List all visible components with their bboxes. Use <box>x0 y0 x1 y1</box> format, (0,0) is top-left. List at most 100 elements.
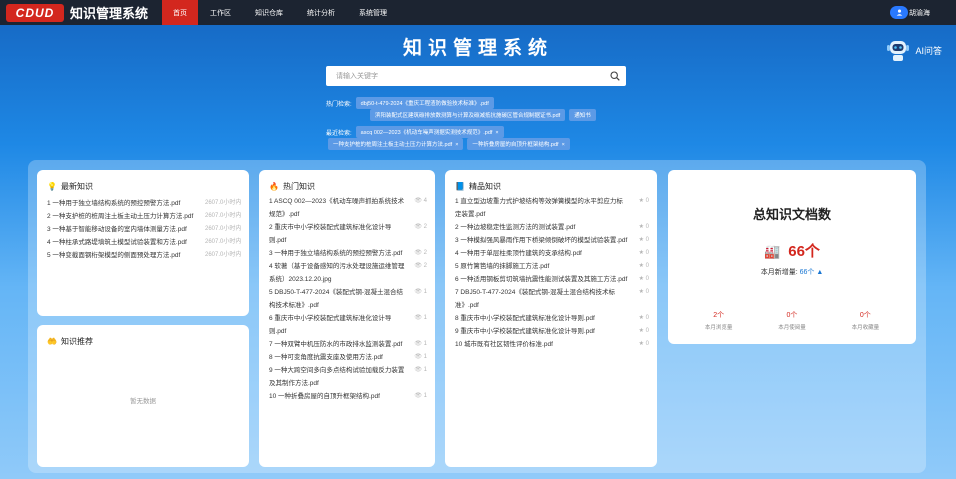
hot-search-label: 热门检索: <box>326 101 352 108</box>
hot-search-tag[interactable]: 滨阳装配式区建筑碳排放数测算与计算及碳减抵抗施碳区管合规制据证书.pdf <box>370 109 566 121</box>
star-count: ★ 0 <box>638 250 649 256</box>
hot-knowledge-card: 🔥 热门知识 1 ASCQ 002—2023《机动车噪声抓拍系统技术规范》.pd… <box>259 170 435 467</box>
hot-search-tag[interactable]: dbj50-t-479-2024《重庆工程渣防做验技术标准》.pdf <box>355 97 494 109</box>
list-item[interactable]: 2 一种边坡稳定性监测方法的测试装置.pdf ★ 0 <box>455 221 649 234</box>
list-item[interactable]: 9 重庆市中小学校装配式建筑标准化设计导则.pdf ★ 0 <box>455 325 649 338</box>
view-count: 👁 1 <box>414 315 427 321</box>
empty-state: 暂无数据 <box>130 398 156 405</box>
top-nav-bar: CDUD 知识管理系统 首页 工作区 知识仓库 统计分析 系统管理 胡渝海 <box>0 0 956 25</box>
list-item[interactable]: 6 重庆市中小学校装配式建筑标准化设计导则.pdf 👁 1 <box>269 312 427 338</box>
total-docs-card: 总知识文档数 🏭 66个 本月新增量: 66个 ▲ 2个 本月浏览量 0个 本月使阅量… <box>668 170 916 344</box>
system-title: 知识管理系统 <box>70 6 149 21</box>
hot-search-row-2: 滨阳装配式区建筑碳排放数测算与计算及碳减抵抗施碳区管合规制据证书.pdf 通知书 <box>370 109 600 121</box>
star-count: ★ 0 <box>638 198 649 204</box>
search-box[interactable]: 请输入关键字 <box>326 66 626 86</box>
list-item[interactable]: 3 一种模拟强风暴雨作用下桥梁倾倒破坏的模型试验装置.pdf ★ 0 <box>455 234 649 247</box>
view-count: 👁 2 <box>414 250 427 256</box>
list-item[interactable]: 7 一种双臂中机压防水的市政排水监测装置.pdf 👁 1 <box>269 338 427 351</box>
search-icon[interactable] <box>604 71 626 81</box>
list-item[interactable]: 4 软著（基于设备感知的污水处理设施运维管理系统）2023.12.20.jpg 👁… <box>269 260 427 286</box>
card-title: 热门知识 <box>282 182 315 191</box>
stat-favorites: 0个 本月收藏量 <box>851 312 880 331</box>
close-icon[interactable]: × <box>495 130 498 136</box>
nav-home[interactable]: 首页 <box>162 0 198 25</box>
card-header: 🤲 知识推荐 <box>47 336 93 347</box>
list-item[interactable]: 10 城市既有社区韧性评价标准.pdf ★ 0 <box>455 338 649 351</box>
stat-reads: 0个 本月使阅量 <box>778 312 806 331</box>
list-item[interactable]: 4 一种用于单层柱柔顶竹建筑的支承结构.pdf ★ 0 <box>455 247 649 260</box>
star-count: ★ 0 <box>638 328 649 334</box>
star-count: ★ 0 <box>638 276 649 282</box>
clock-meta: 2607.0小时内 <box>205 226 242 232</box>
list-item[interactable]: 10 一种折叠房屋的自顶升框架结构.pdf 👁 1 <box>269 390 427 403</box>
recent-search-row: 最近检索: ascq 002—2023《机动车噪声测据实测技术规范》.pdf × <box>326 126 508 138</box>
user-avatar-button[interactable] <box>890 6 908 19</box>
hot-list: 1 ASCQ 002—2023《机动车噪声抓拍系统技术规范》.pdf 👁 4 2 … <box>269 195 427 403</box>
list-item[interactable]: 5 DBJ50-T-477-2024《装配式钢-混凝土混合结构技术标准》.pdf… <box>269 286 427 312</box>
list-item[interactable]: 8 一种可变角度抗震支座及使用方法.pdf 👁 1 <box>269 351 427 364</box>
list-item[interactable]: 2 重庆市中小学校装配式建筑标准化设计导则.pdf 👁 2 <box>269 221 427 247</box>
clock-meta: 2607.0小时内 <box>205 252 242 258</box>
fire-icon: 🔥 <box>269 182 279 191</box>
star-count: ★ 0 <box>638 263 649 269</box>
factory-icon: 🏭 <box>764 244 781 259</box>
logo: CDUD <box>6 3 64 22</box>
view-count: 👁 1 <box>414 289 427 295</box>
star-count: ★ 0 <box>638 237 649 243</box>
total-docs-title: 总知识文档数 <box>752 207 831 222</box>
recent-search-tag[interactable]: 一种折叠房屋的自顶升框架结构.pdf × <box>467 138 570 150</box>
latest-list: 1 一种用于独立墙结构系统的预控预警方法.pdf 2607.0小时内 2 一种支护… <box>47 197 241 262</box>
book-icon: 📘 <box>455 182 465 191</box>
list-item[interactable]: 1 直立型边坡重力式护坡结构等效弹簧模型的水平剪应力标定装置.pdf ★ 0 <box>455 195 649 221</box>
list-item[interactable]: 8 重庆市中小学校装配式建筑标准化设计导则.pdf ★ 0 <box>455 312 649 325</box>
close-icon[interactable]: × <box>562 142 565 148</box>
stat-views: 2个 本月浏览量 <box>704 312 733 331</box>
nav-system-admin[interactable]: 系统管理 <box>347 0 399 25</box>
view-count: 👁 1 <box>414 341 427 347</box>
featured-list: 1 直立型边坡重力式护坡结构等效弹簧模型的水平剪应力标定装置.pdf ★ 0 2 … <box>455 195 649 351</box>
user-icon <box>896 9 902 16</box>
star-count: ★ 0 <box>638 341 649 347</box>
view-count: 👁 1 <box>414 354 427 360</box>
heart-hand-icon: 🤲 <box>47 337 57 346</box>
list-item[interactable]: 4 一种柱承式路堤填筑土模型试验装置和方法.pdf 2607.0小时内 <box>47 236 241 249</box>
nav-statistics[interactable]: 统计分析 <box>295 0 347 25</box>
nav-workspace[interactable]: 工作区 <box>198 0 243 25</box>
clock-meta: 2607.0小时内 <box>205 213 242 219</box>
recommend-card: 🤲 知识推荐 暂无数据 <box>37 325 249 467</box>
list-item[interactable]: 6 一种适用钢板剪切筑墙抗震性能测试装置及其施工方法.pdf ★ 0 <box>455 273 649 286</box>
ai-robot-icon[interactable] <box>886 37 910 63</box>
view-count: 👁 2 <box>414 263 427 269</box>
recent-search-tag[interactable]: ascq 002—2023《机动车噪声测据实测技术规范》.pdf × <box>355 126 504 138</box>
clock-meta: 2607.0小时内 <box>205 200 242 206</box>
list-item[interactable]: 1 ASCQ 002—2023《机动车噪声抓拍系统技术规范》.pdf 👁 4 <box>269 195 427 221</box>
card-header: 📘 精品知识 <box>455 181 501 192</box>
list-item[interactable]: 3 一种基于智能移动设备的室内墙体测量方法.pdf 2607.0小时内 <box>47 223 241 236</box>
list-item[interactable]: 3 一种用于独立墙结构系统的预控预警方法.pdf 👁 2 <box>269 247 427 260</box>
list-item[interactable]: 2 一种支护桩的桩周注土板主动土压力计算方法.pdf 2607.0小时内 <box>47 210 241 223</box>
list-item[interactable]: 5 原竹篱笆墙的抹脚施工方法.pdf ★ 0 <box>455 260 649 273</box>
ai-qa-label[interactable]: AI问答 <box>915 44 942 57</box>
recent-search-tag[interactable]: 一种支护桩的桩周注土板主动土压力计算方法.pdf × <box>328 138 464 150</box>
view-count: 👁 2 <box>414 224 427 230</box>
search-input[interactable]: 请输入关键字 <box>336 71 604 81</box>
star-count: ★ 0 <box>638 224 649 230</box>
hot-search-tag[interactable]: 通知书 <box>569 109 596 121</box>
total-docs-count: 🏭 66个 <box>764 243 820 260</box>
card-header: 💡 最新知识 <box>47 181 93 192</box>
user-name[interactable]: 胡渝海 <box>909 8 930 18</box>
list-item[interactable]: 5 一种变截面钢桁架模型的侧面预处理方法.pdf 2607.0小时内 <box>47 249 241 262</box>
clock-meta: 2607.0小时内 <box>205 239 242 245</box>
list-item[interactable]: 9 一种大跨空间多向多点结构试验加载反力装置及其制作方法.pdf 👁 1 <box>269 364 427 390</box>
list-item[interactable]: 1 一种用于独立墙结构系统的预控预警方法.pdf 2607.0小时内 <box>47 197 241 210</box>
bulb-icon: 💡 <box>47 182 57 191</box>
nav-knowledge-repo[interactable]: 知识仓库 <box>243 0 295 25</box>
close-icon[interactable]: × <box>455 142 458 148</box>
view-count: 👁 1 <box>414 367 427 373</box>
star-count: ★ 0 <box>638 315 649 321</box>
monthly-stats: 2个 本月浏览量 0个 本月使阅量 0个 本月收藏量 <box>668 310 916 331</box>
recent-search-row-2: 一种支护桩的桩周注土板主动土压力计算方法.pdf × 一种折叠房屋的自顶升框架结构… <box>328 138 574 150</box>
list-item[interactable]: 7 DBJ50-T-477-2024《装配式钢-混凝土混合结构技术标准》.pdf… <box>455 286 649 312</box>
month-new-count: 本月新增量: 66个 ▲ <box>760 269 824 276</box>
main-nav: 首页 工作区 知识仓库 统计分析 系统管理 <box>162 0 399 25</box>
